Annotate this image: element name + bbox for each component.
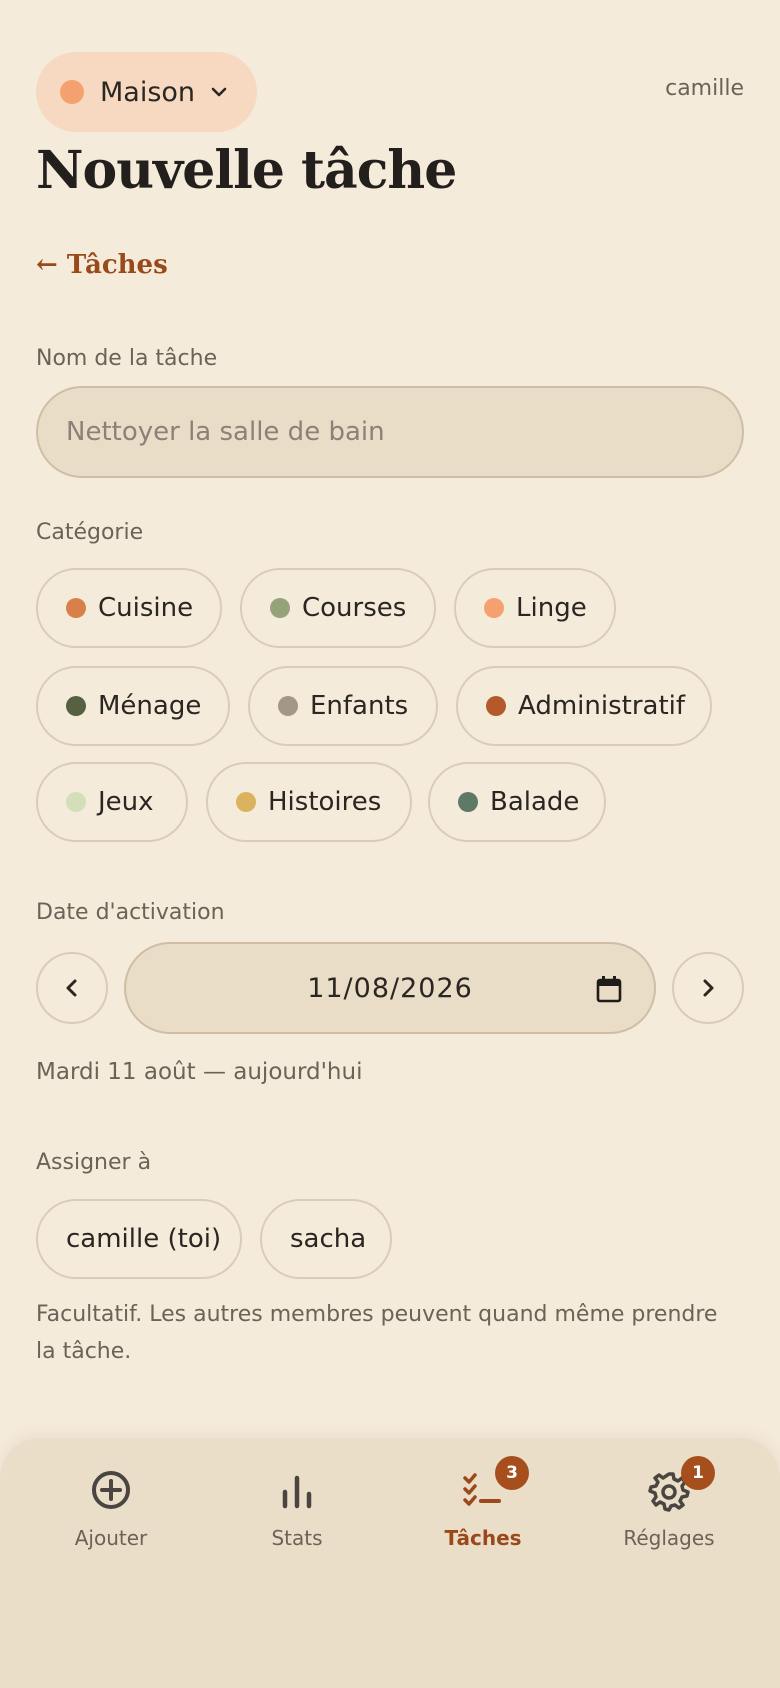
category-chip-histoires[interactable]: Histoires [206, 762, 412, 842]
category-chip-label: Jeux [98, 787, 154, 817]
category-chip-label: Linge [516, 593, 587, 623]
tab-label: Tâches [444, 1526, 522, 1550]
tasks-count-badge: 3 [495, 1456, 529, 1490]
category-chip-jeux[interactable]: Jeux [36, 762, 188, 842]
activation-date-input[interactable]: 11/08/2026 [124, 942, 656, 1034]
category-chip-label: Ménage [98, 691, 202, 721]
next-day-button[interactable] [672, 952, 744, 1024]
category-color-dot [270, 598, 290, 618]
category-color-dot [236, 792, 256, 812]
bottom-tab-bar: Ajouter Stats 3 Tâches 1 Réglages [0, 1438, 780, 1688]
category-chip-balade[interactable]: Balade [428, 762, 606, 842]
category-color-dot [484, 598, 504, 618]
category-color-dot [66, 598, 86, 618]
current-user[interactable]: camille [665, 76, 744, 101]
page-title: Nouvelle tâche [36, 140, 457, 201]
category-chip-courses[interactable]: Courses [240, 568, 436, 648]
gear-icon-wrapper: 1 [647, 1456, 715, 1512]
activation-date-hint: Mardi 11 août — aujourd'hui [36, 1059, 363, 1085]
category-chip-administratif[interactable]: Administratif [456, 666, 712, 746]
bar-chart-icon [282, 1475, 312, 1509]
category-chip-label: Enfants [310, 691, 409, 721]
previous-day-button[interactable] [36, 952, 108, 1024]
plus-circle-icon [92, 1471, 130, 1509]
tab-reglages[interactable]: 1 Réglages [576, 1456, 762, 1568]
household-selector[interactable]: Maison [36, 52, 257, 132]
tab-label: Ajouter [74, 1526, 148, 1550]
category-chip-label: Histoires [268, 787, 382, 817]
category-chip-enfants[interactable]: Enfants [248, 666, 438, 746]
category-color-dot [458, 792, 478, 812]
assign-label: Assigner à [36, 1150, 152, 1175]
household-name: Maison [100, 76, 196, 108]
category-color-dot [66, 792, 86, 812]
household-color-dot [60, 80, 84, 104]
activation-date-label: Date d'activation [36, 900, 225, 925]
top-bar: Maison camille [36, 52, 744, 132]
settings-count-badge: 1 [681, 1456, 715, 1490]
task-list-icon-wrapper: 3 [461, 1456, 529, 1512]
chevron-left-icon [66, 979, 77, 997]
category-label: Catégorie [36, 520, 144, 545]
tab-ajouter[interactable]: Ajouter [18, 1468, 204, 1568]
tab-stats[interactable]: Stats [204, 1468, 390, 1568]
calendar-icon[interactable] [596, 975, 622, 1003]
assignee-chip-camille[interactable]: camille (toi) [36, 1199, 242, 1279]
task-name-input[interactable] [36, 386, 744, 478]
category-color-dot [66, 696, 86, 716]
chevron-down-icon [211, 87, 227, 97]
category-chip-label: Administratif [518, 691, 686, 721]
category-color-dot [278, 696, 298, 716]
chevron-right-icon [703, 979, 714, 997]
category-chip-label: Cuisine [98, 593, 194, 623]
back-to-tasks-link[interactable]: ← Tâches [36, 250, 168, 280]
assignee-chip-label: sacha [290, 1224, 367, 1254]
assignee-chip-label: camille (toi) [66, 1224, 222, 1254]
category-color-dot [486, 696, 506, 716]
category-chip-menage[interactable]: Ménage [36, 666, 230, 746]
assign-hint: Facultatif. Les autres membres peuvent q… [36, 1302, 718, 1364]
category-chip-label: Courses [302, 593, 407, 623]
tab-label: Stats [271, 1526, 323, 1550]
category-chip-linge[interactable]: Linge [454, 568, 616, 648]
activation-date-value: 11/08/2026 [307, 972, 473, 1004]
category-chip-label: Balade [490, 787, 580, 817]
tab-label: Réglages [623, 1526, 715, 1550]
assignee-chip-sacha[interactable]: sacha [260, 1199, 392, 1279]
task-name-label: Nom de la tâche [36, 346, 218, 371]
tab-taches[interactable]: 3 Tâches [390, 1456, 576, 1568]
category-chip-cuisine[interactable]: Cuisine [36, 568, 222, 648]
